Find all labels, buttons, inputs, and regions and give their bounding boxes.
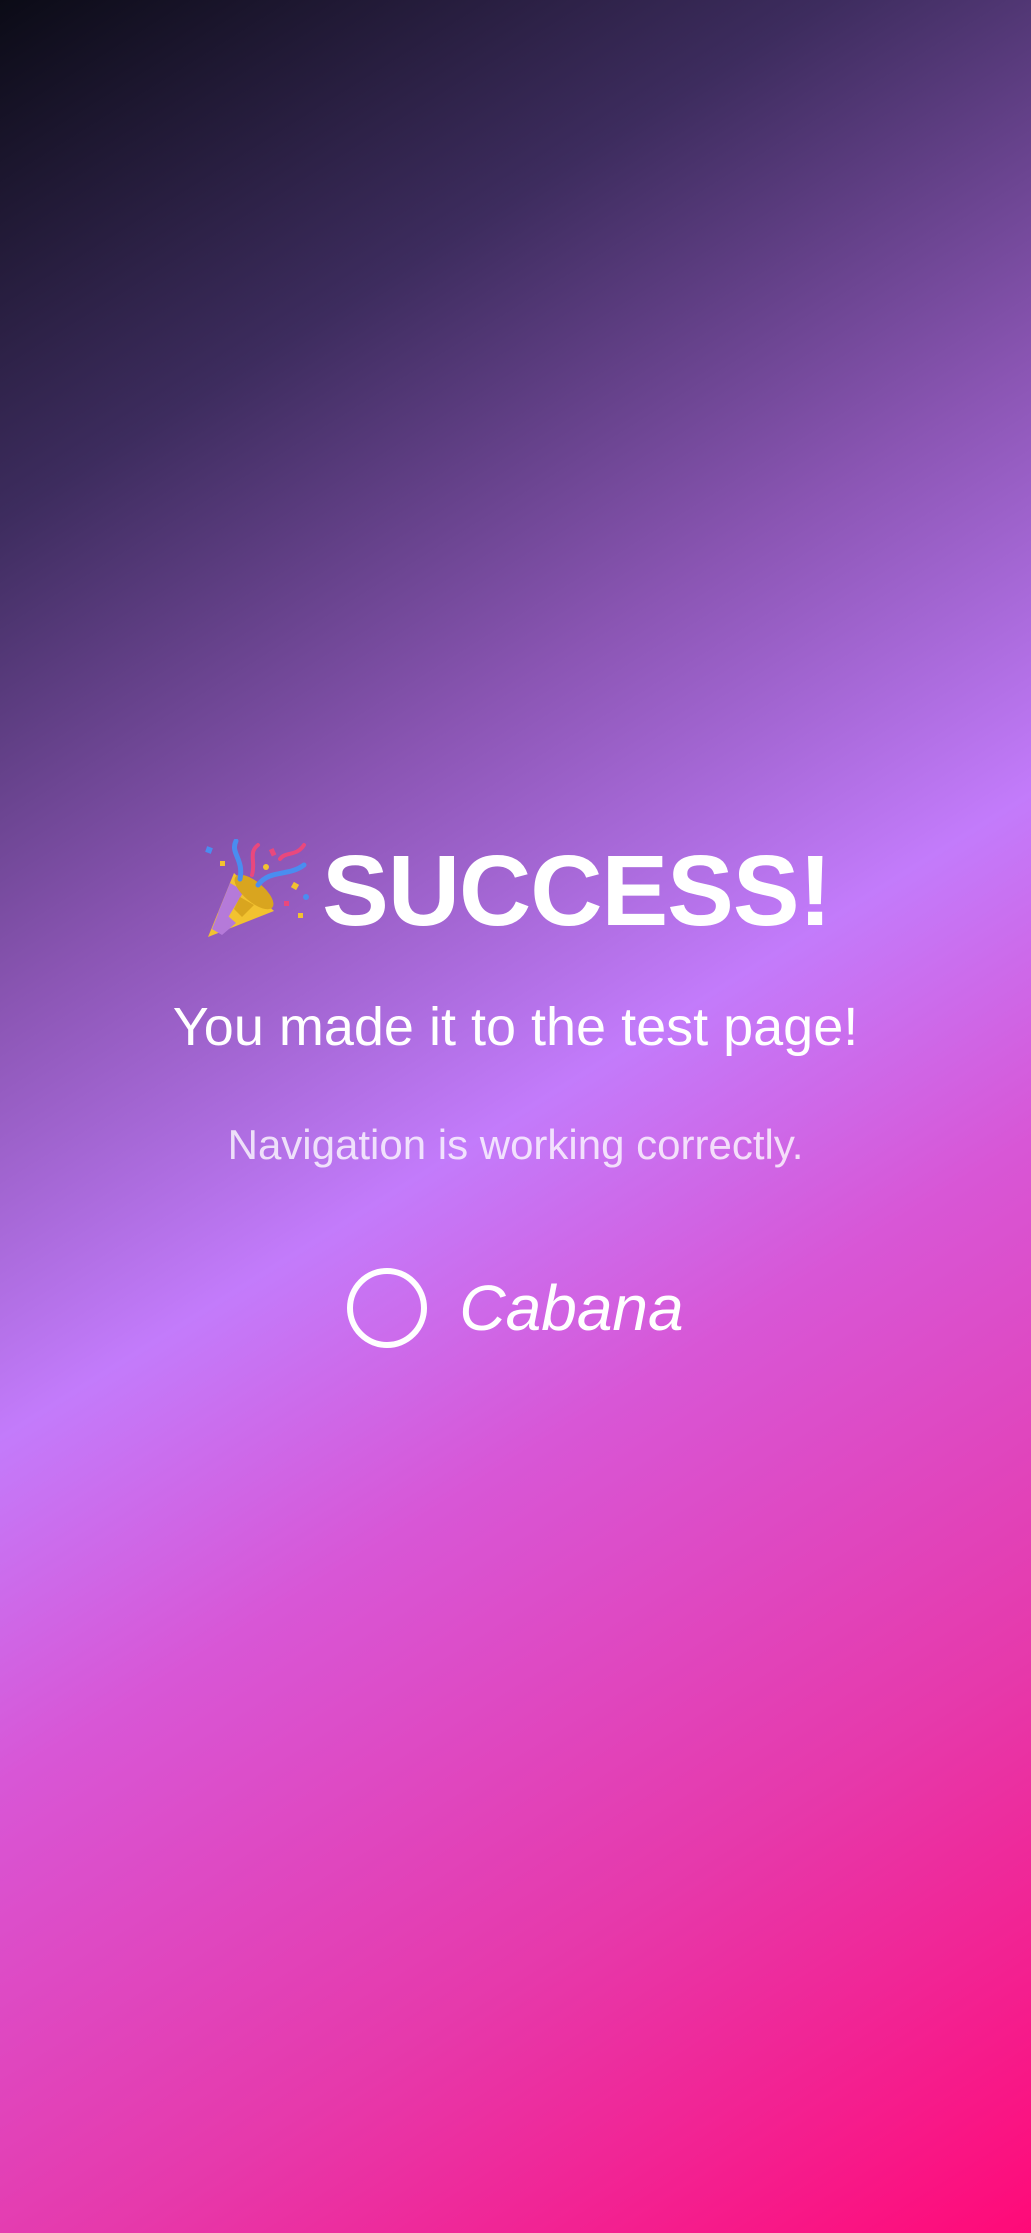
subtitle-text: You made it to the test page! bbox=[172, 997, 859, 1057]
ring-logo-icon bbox=[347, 1268, 428, 1348]
brand-name: Cabana bbox=[459, 1272, 684, 1344]
headline-row: SUCCESS! bbox=[0, 836, 1031, 946]
brand-logo: Cabana bbox=[0, 1262, 1031, 1354]
headline-text: SUCCESS! bbox=[322, 835, 832, 947]
caption-text: Navigation is working correctly. bbox=[227, 1121, 804, 1168]
party-popper-icon bbox=[205, 839, 310, 937]
success-screen: SUCCESS! You made it to the test page! N… bbox=[0, 0, 1031, 2233]
